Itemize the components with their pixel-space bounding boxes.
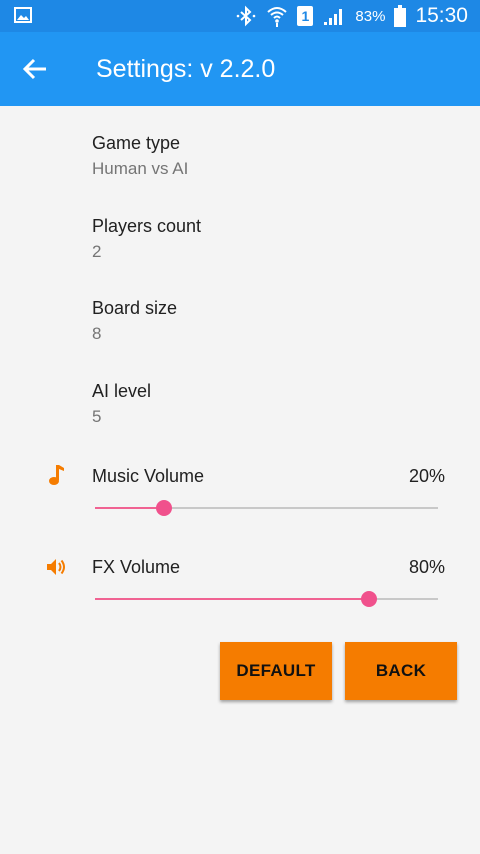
- fx-volume-label: FX Volume: [92, 557, 181, 577]
- music-volume-value: 20%: [408, 466, 445, 486]
- wifi-icon: [267, 7, 288, 27]
- pref-title: AI level: [92, 381, 152, 401]
- gallery-icon: [14, 7, 32, 23]
- bluetooth-icon: [237, 5, 256, 27]
- battery-percentage: 83%: [355, 7, 386, 25]
- music-volume-thumb[interactable]: [155, 500, 172, 516]
- status-bar: 1 83% 15:30: [0, 0, 480, 32]
- pref-summary: 5: [92, 407, 102, 426]
- music-volume-label: Music Volume: [92, 466, 205, 486]
- pref-ai-level[interactable]: AI level 5: [92, 381, 151, 427]
- sim-icon: 1: [297, 6, 314, 26]
- pref-summary: 2: [92, 242, 102, 261]
- speaker-icon: [47, 559, 65, 575]
- pref-summary: Human vs AI: [92, 159, 189, 178]
- pref-board-size[interactable]: Board size 8: [92, 298, 177, 344]
- default-button[interactable]: DEFAULT: [220, 642, 332, 700]
- pref-title: Players count: [92, 216, 202, 236]
- clock: 15:30: [415, 4, 468, 27]
- fx-volume-value: 80%: [408, 557, 445, 577]
- back-arrow-icon[interactable]: [18, 52, 52, 86]
- music-volume-slider[interactable]: [95, 500, 438, 516]
- music-volume-fill: [95, 507, 164, 509]
- pref-title: Game type: [92, 133, 181, 153]
- app-bar: Settings: v 2.2.0: [0, 32, 480, 106]
- music-note-icon: [49, 465, 64, 485]
- fx-volume-fill: [95, 598, 370, 600]
- back-button[interactable]: BACK: [345, 642, 457, 700]
- page-title: Settings: v 2.2.0: [96, 55, 276, 83]
- pref-summary: 8: [92, 324, 102, 343]
- pref-title: Board size: [92, 298, 178, 318]
- signal-icon: [324, 9, 343, 25]
- fx-volume-thumb[interactable]: [361, 591, 378, 607]
- fx-volume-slider[interactable]: [95, 591, 438, 607]
- battery-icon: [394, 5, 407, 27]
- pref-players-count[interactable]: Players count 2: [92, 216, 201, 262]
- pref-game-type[interactable]: Game type Human vs AI: [92, 133, 188, 179]
